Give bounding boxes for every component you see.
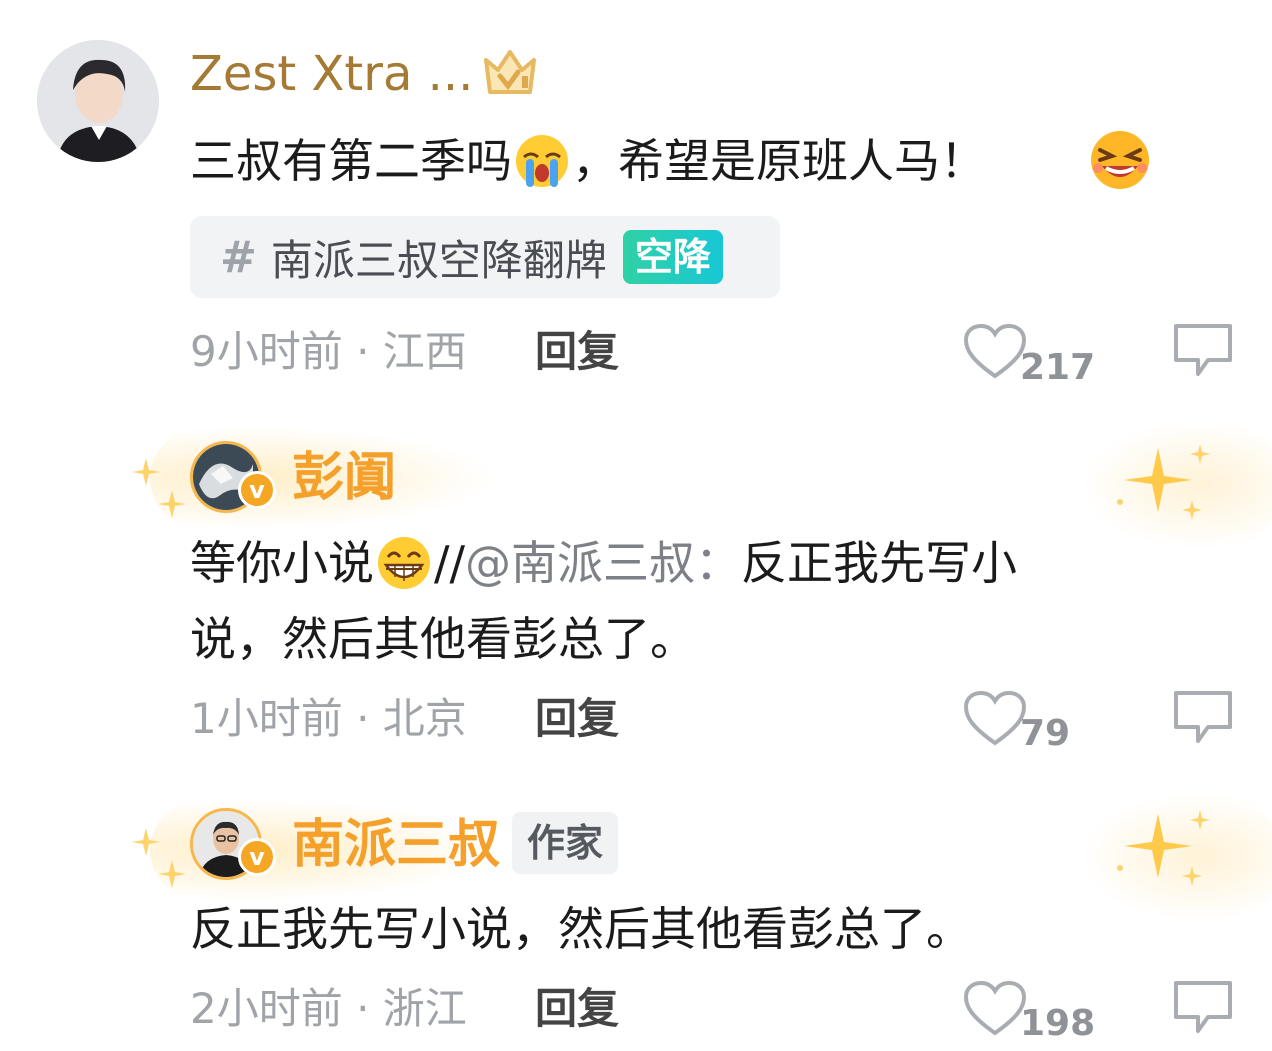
hashtag-icon: # (220, 231, 257, 283)
sparkle-icon (132, 458, 186, 518)
comment-bubble-icon[interactable] (1168, 977, 1238, 1039)
topic-tag-badge: 空降 (622, 230, 723, 284)
like-count: 198 (1020, 1003, 1096, 1044)
like-heart-icon[interactable] (962, 689, 1028, 747)
comment-text-part: 等你小说 (190, 536, 374, 590)
topic-label: 南派三叔空降翻牌 (270, 235, 607, 285)
reply-button[interactable]: 回复 (535, 324, 619, 380)
sparkle-icon (1117, 444, 1210, 520)
avatar[interactable] (37, 40, 159, 162)
comment-text: 等你小说 // @南派三叔： 反正我先写小 (190, 524, 1017, 602)
sparkle-icon (132, 828, 186, 888)
sparkle-icon (1117, 810, 1210, 886)
avatar-portrait-icon (37, 40, 159, 162)
mention-link[interactable]: @南派三叔： (465, 524, 741, 602)
like-count: 79 (1020, 713, 1071, 754)
like-heart-icon[interactable] (962, 979, 1028, 1037)
comment-thread: Zest Xtra ... 三叔有第二季吗 ，希望是原班人马！ # 南派三叔空降… (0, 0, 1272, 1051)
comment-meta: 1小时前 · 北京 (190, 694, 467, 743)
username[interactable]: Zest Xtra ... (190, 44, 473, 104)
comment-meta: 9小时前 · 江西 (190, 327, 467, 376)
grinning-emoji-icon (378, 537, 430, 589)
topic-chip[interactable]: # 南派三叔空降翻牌 空降 (190, 216, 780, 298)
comment-text-line2: 说，然后其他看彭总了。 (190, 612, 696, 666)
crying-emoji-icon (516, 135, 568, 187)
crown-badge-icon (484, 50, 536, 94)
comment-meta: 2小时前 · 浙江 (190, 984, 467, 1033)
role-badge: 作家 (512, 812, 618, 874)
username[interactable]: 南派三叔 (292, 813, 500, 877)
comment-bubble-icon[interactable] (1168, 320, 1238, 382)
like-heart-icon[interactable] (962, 322, 1028, 380)
verified-badge: v (238, 838, 276, 876)
comment-text-part: ，希望是原班人马！ (572, 134, 986, 188)
comment-text-part: 反正我先写小 (741, 536, 1017, 590)
like-count: 217 (1020, 347, 1096, 388)
comment-text: 反正我先写小说，然后其他看彭总了。 (190, 902, 972, 956)
reply-button[interactable]: 回复 (535, 691, 619, 747)
comment-text: 三叔有第二季吗 ，希望是原班人马！ (190, 122, 986, 200)
verified-badge: v (238, 471, 276, 509)
comment-text-part: 三叔有第二季吗 (190, 134, 512, 188)
comment-bubble-icon[interactable] (1168, 687, 1238, 749)
username[interactable]: 彭阗 (292, 446, 396, 510)
laughing-emoji-icon (1091, 131, 1149, 189)
reply-button[interactable]: 回复 (535, 981, 619, 1037)
comment-text-part: // (434, 536, 465, 590)
